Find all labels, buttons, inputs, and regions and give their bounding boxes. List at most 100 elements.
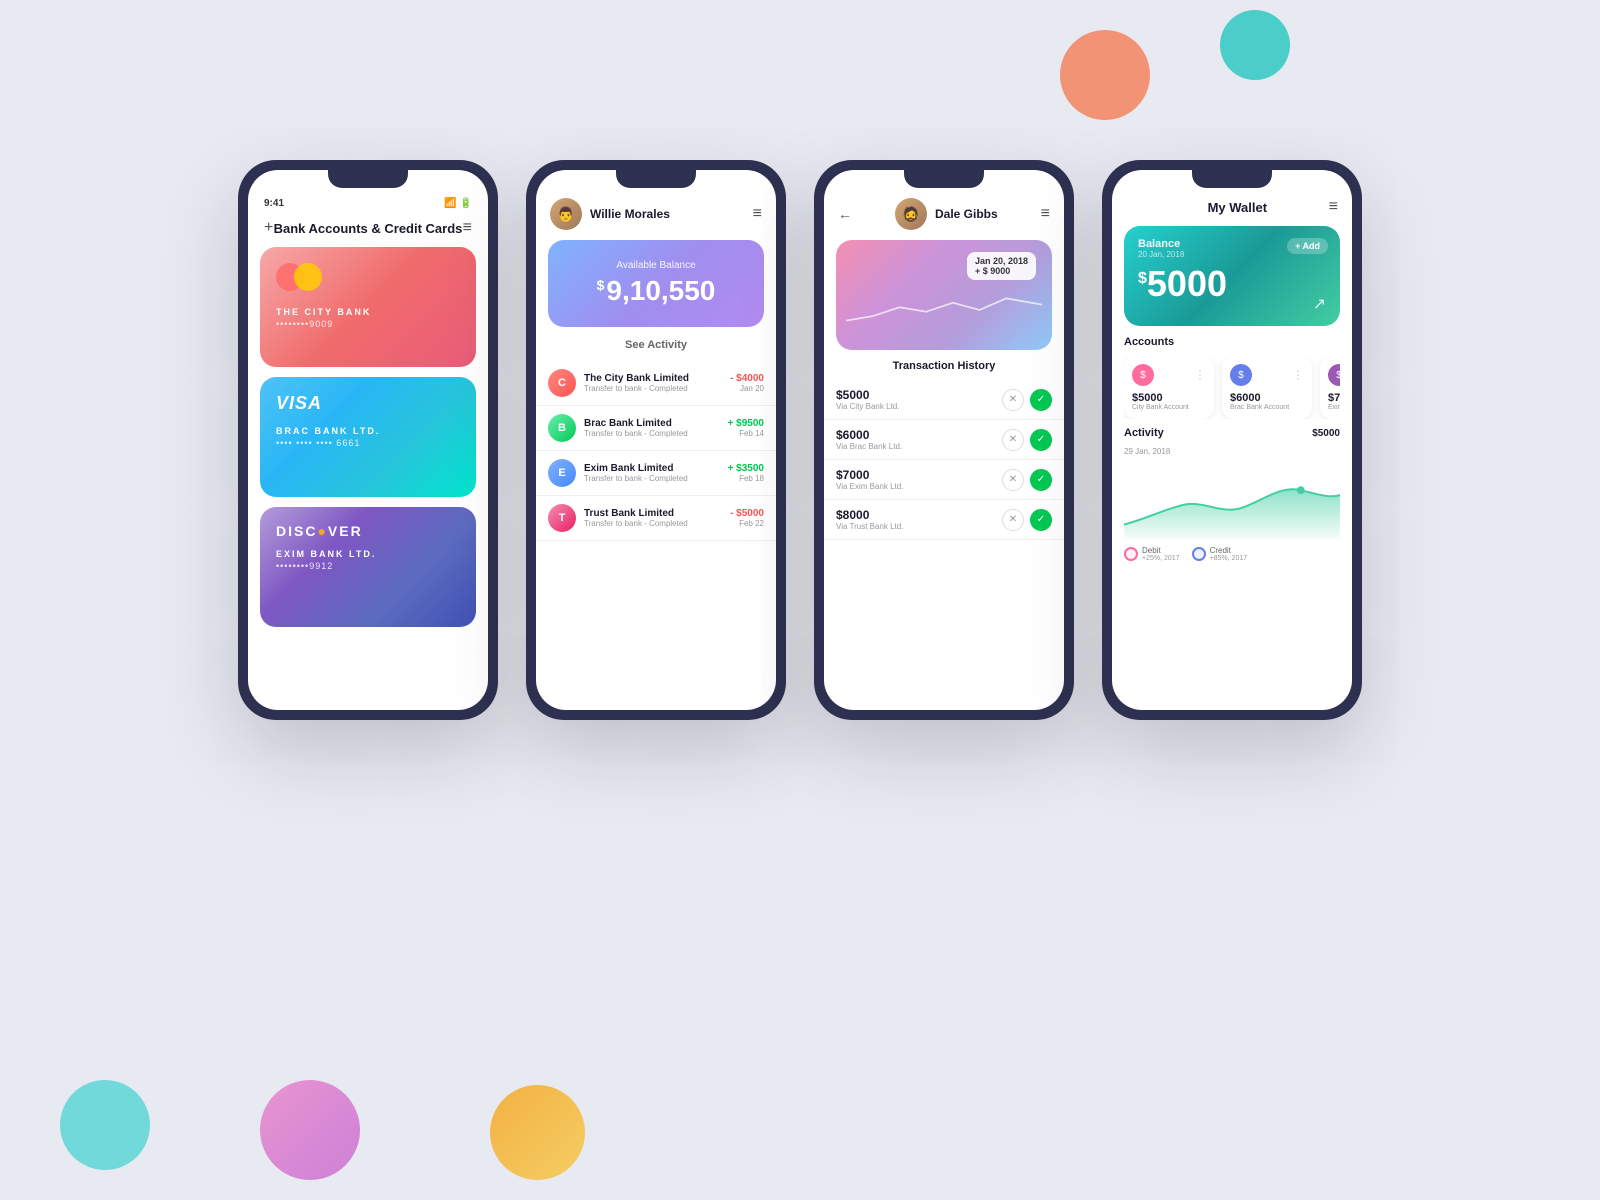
chart-svg <box>846 285 1042 330</box>
t-info: Brac Bank Limited Transfer to bank - Com… <box>584 418 720 438</box>
avatar-img-willie: 👨 <box>550 198 582 230</box>
t-right: + $9500 Feb 14 <box>728 418 764 438</box>
legend-debit-label: Debit <box>1142 546 1180 555</box>
account-card: $ ⋮ $6000 Brac Bank Account <box>1222 356 1312 419</box>
tx-amount: $5000 <box>836 388 994 402</box>
activity-date: 29 Jan, 2018 <box>1124 447 1170 456</box>
mc-circle-yellow <box>294 263 322 291</box>
t-sub: Transfer to bank - Completed <box>584 429 720 438</box>
phone-3: ← 🧔 Dale Gibbs ≡ Jan 20, 2018 + $ 9000 <box>814 160 1074 720</box>
t-sub: Transfer to bank - Completed <box>584 474 720 483</box>
card-discover-bank: DISC●VER EXIM BANK LTD. ••••••••9912 <box>260 507 476 627</box>
tx-via: Via City Bank Ltd. <box>836 402 994 411</box>
phone-4-notch <box>1192 170 1272 188</box>
t-amount: + $3500 <box>728 463 764 474</box>
approve-button[interactable]: ✓ <box>1030 389 1052 411</box>
tx-actions: ✕ ✓ <box>1002 389 1052 411</box>
reject-button[interactable]: ✕ <box>1002 469 1024 491</box>
tx-row: $7000 Via Exim Bank Ltd. ✕ ✓ <box>824 460 1064 500</box>
transaction-item: B Brac Bank Limited Transfer to bank - C… <box>536 406 776 451</box>
reject-button[interactable]: ✕ <box>1002 389 1024 411</box>
activity-title: Activity <box>1124 427 1170 439</box>
deco-circle-salmon <box>1060 30 1150 120</box>
history-title: Transaction History <box>824 360 1064 372</box>
balance-amount-4: $5000 <box>1138 263 1326 305</box>
activity-chart <box>1124 460 1340 540</box>
tx-row: $8000 Via Trust Bank Ltd. ✕ ✓ <box>824 500 1064 540</box>
transactions-list-2: C The City Bank Limited Transfer to bank… <box>536 361 776 541</box>
transaction-item: T Trust Bank Limited Transfer to bank - … <box>536 496 776 541</box>
t-icon-t: T <box>548 504 576 532</box>
tx-via: Via Brac Bank Ltd. <box>836 442 994 451</box>
deco-circle-blue-bottom <box>60 1080 150 1170</box>
t-amount: - $5000 <box>730 508 764 519</box>
deco-circle-pink-bottom <box>260 1080 360 1180</box>
approve-button[interactable]: ✓ <box>1030 469 1052 491</box>
accounts-row: $ ⋮ $5000 City Bank Account $ ⋮ $6000 Br… <box>1124 356 1340 419</box>
back-button[interactable]: ← <box>838 206 852 222</box>
menu-icon-4[interactable]: ≡ <box>1329 198 1338 216</box>
legend-credit-label: Credit <box>1210 546 1248 555</box>
see-activity[interactable]: See Activity <box>536 339 776 351</box>
menu-icon[interactable]: ≡ <box>463 219 472 237</box>
tx-amount: $8000 <box>836 508 994 522</box>
phone-2-screen: 👨 Willie Morales ≡ Available Balance $9,… <box>536 170 776 710</box>
tx-history-list: $5000 Via City Bank Ltd. ✕ ✓ $6000 Via B… <box>824 380 1064 540</box>
reject-button[interactable]: ✕ <box>1002 429 1024 451</box>
t-date: Feb 18 <box>728 474 764 483</box>
menu-icon-2[interactable]: ≡ <box>753 205 762 223</box>
tx-amount: $7000 <box>836 468 994 482</box>
acc-name-city: City Bank Account <box>1132 404 1206 411</box>
t-right: + $3500 Feb 18 <box>728 463 764 483</box>
legend-credit-pct: +85%, 2017 <box>1210 555 1248 562</box>
t-name: The City Bank Limited <box>584 373 722 384</box>
reject-button[interactable]: ✕ <box>1002 509 1024 531</box>
t-right: - $5000 Feb 22 <box>730 508 764 528</box>
approve-button[interactable]: ✓ <box>1030 509 1052 531</box>
t-name: Exim Bank Limited <box>584 463 720 474</box>
deco-circle-orange-bottom <box>490 1085 585 1180</box>
tx-amount: $6000 <box>836 428 994 442</box>
t-date: Feb 14 <box>728 429 764 438</box>
add-button[interactable]: + Add <box>1287 238 1328 254</box>
acc-name-exim: Exim <box>1328 404 1340 411</box>
wallet-balance-card: Balance 20 Jan, 2018 $5000 + Add ↗ <box>1124 226 1340 326</box>
balance-currency: $ <box>597 277 605 293</box>
phone-2-notch <box>616 170 696 188</box>
legend-debit: Debit +25%, 2017 <box>1124 546 1180 562</box>
add-icon[interactable]: + <box>264 219 273 237</box>
visa-logo: VISA <box>276 393 460 414</box>
tx-via: Via Trust Bank Ltd. <box>836 522 994 531</box>
activity-amount: $5000 <box>1312 428 1340 439</box>
activity-section: Activity 29 Jan, 2018 $5000 <box>1112 427 1352 562</box>
legend-row: Debit +25%, 2017 Credit +85%, 2017 <box>1124 540 1340 562</box>
chart-tooltip: Jan 20, 2018 + $ 9000 <box>967 252 1036 280</box>
t-date: Jan 20 <box>730 384 764 393</box>
status-time: 9:41 <box>264 198 284 209</box>
activity-header: Activity 29 Jan, 2018 $5000 <box>1124 427 1340 456</box>
phone-1-title: Bank Accounts & Credit Cards <box>274 221 463 236</box>
avatar-willie: 👨 <box>550 198 582 230</box>
acc-icon-city: $ <box>1132 364 1154 386</box>
phone-4: My Wallet ≡ Balance 20 Jan, 2018 $5000 +… <box>1102 160 1362 720</box>
activity-chart-svg <box>1124 460 1340 540</box>
phone-4-screen: My Wallet ≡ Balance 20 Jan, 2018 $5000 +… <box>1112 170 1352 710</box>
t-amount: + $9500 <box>728 418 764 429</box>
acc-menu[interactable]: ⋮ <box>1194 368 1206 382</box>
mastercard-logo <box>276 263 460 291</box>
phone-1-screen: 9:41 📶 🔋 + Bank Accounts & Credit Cards … <box>248 170 488 710</box>
t-info: The City Bank Limited Transfer to bank -… <box>584 373 722 393</box>
discover-logo: DISC●VER <box>276 523 460 539</box>
legend-debit-pct: +25%, 2017 <box>1142 555 1180 562</box>
t-amount: - $4000 <box>730 373 764 384</box>
transaction-item: C The City Bank Limited Transfer to bank… <box>536 361 776 406</box>
acc-amount-city: $5000 <box>1132 392 1206 404</box>
t-info: Exim Bank Limited Transfer to bank - Com… <box>584 463 720 483</box>
menu-icon-3[interactable]: ≡ <box>1041 205 1050 223</box>
balance-amount: $9,10,550 <box>564 275 748 307</box>
approve-button[interactable]: ✓ <box>1030 429 1052 451</box>
acc-menu[interactable]: ⋮ <box>1292 368 1304 382</box>
tx-info: $5000 Via City Bank Ltd. <box>836 388 994 411</box>
tx-info: $6000 Via Brac Bank Ltd. <box>836 428 994 451</box>
acc-icon-brac: $ <box>1230 364 1252 386</box>
